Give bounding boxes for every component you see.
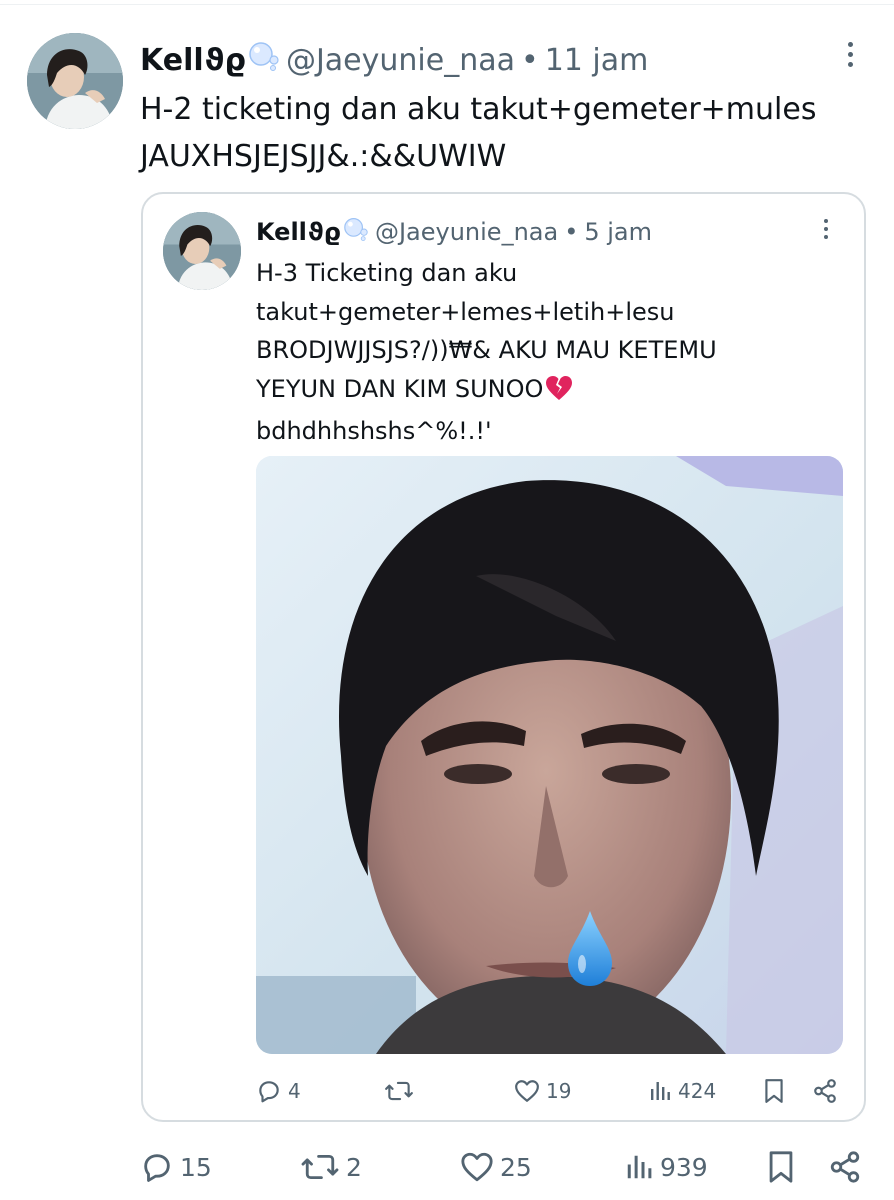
tweet-header: Kell ϑϱ @Jaeyunie_naa • 11 jam — [140, 38, 648, 82]
bookmark-icon — [765, 1079, 783, 1103]
quoted-more-options-button[interactable] — [820, 219, 832, 247]
tweet-media-image[interactable] — [256, 456, 843, 1054]
tweet-timestamp[interactable]: 11 jam — [545, 43, 649, 78]
quoted-text-line: H-3 Ticketing dan aku — [256, 259, 518, 287]
author-name-decoration: ϑϱ — [204, 42, 246, 78]
quoted-share-button[interactable] — [812, 1073, 838, 1109]
views-count: 939 — [660, 1152, 708, 1182]
like-button[interactable]: 25 — [460, 1146, 532, 1188]
quoted-reply-button[interactable]: 4 — [256, 1073, 301, 1109]
quoted-tweet-actions: 4 19 424 — [256, 1073, 846, 1109]
repost-button[interactable]: 2 — [300, 1146, 362, 1188]
quoted-tweet-timestamp[interactable]: 5 jam — [584, 218, 652, 246]
bookmark-button[interactable] — [768, 1146, 794, 1188]
repost-icon — [385, 1081, 413, 1101]
quoted-author-avatar[interactable] — [163, 212, 241, 290]
more-dot — [847, 62, 853, 67]
more-dot — [847, 52, 853, 57]
quoted-tweet-text: H-3 Ticketing dan aku takut+gemeter+leme… — [256, 254, 846, 451]
separator-dot: • — [520, 42, 539, 78]
bubbles-emoji-icon — [248, 41, 280, 79]
views-button[interactable]: 939 — [624, 1146, 708, 1188]
more-options-button[interactable] — [843, 42, 857, 76]
bookmark-icon — [769, 1151, 793, 1183]
reply-button[interactable]: 15 — [140, 1146, 212, 1188]
like-count: 25 — [500, 1152, 532, 1182]
reply-icon — [259, 1081, 279, 1103]
reply-count: 15 — [180, 1152, 212, 1182]
more-dot — [847, 42, 853, 47]
quoted-repost-button[interactable] — [384, 1073, 420, 1109]
views-chart-icon — [651, 1082, 670, 1100]
top-divider — [0, 4, 894, 5]
more-dot — [824, 235, 828, 239]
quoted-tweet-header: Kell ϑϱ @Jaeyunie_naa • 5 jam — [256, 214, 652, 250]
profile-photo-icon — [163, 212, 241, 290]
broken-heart-icon — [545, 374, 573, 413]
share-button[interactable] — [828, 1146, 862, 1188]
views-chart-icon — [627, 1155, 652, 1179]
like-count: 19 — [546, 1079, 572, 1103]
share-icon — [830, 1151, 860, 1183]
separator-dot: • — [564, 218, 579, 246]
tweet-actions: 15 2 25 939 — [140, 1146, 880, 1188]
views-count: 424 — [678, 1079, 717, 1103]
heart-icon — [515, 1080, 539, 1102]
selfie-photo-icon — [256, 456, 843, 1054]
profile-photo-icon — [27, 33, 123, 129]
author-avatar[interactable] — [27, 33, 123, 129]
repost-count: 2 — [346, 1152, 362, 1182]
more-dot — [824, 219, 828, 223]
quoted-author-handle[interactable]: @Jaeyunie_naa — [375, 218, 558, 246]
quoted-author-name-decoration: ϑϱ — [307, 218, 341, 246]
quoted-text-line: BRODJWJJSJS?/))₩& AKU MAU KETEMU — [256, 336, 717, 364]
quoted-text-line: YEYUN DAN KIM SUNOO — [256, 374, 544, 403]
bubbles-emoji-icon — [343, 217, 369, 247]
reply-count: 4 — [288, 1079, 301, 1103]
heart-icon — [461, 1152, 493, 1182]
quoted-text-line: takut+gemeter+lemes+letih+lesu — [256, 297, 675, 326]
quoted-author-name[interactable]: Kell — [256, 218, 307, 246]
tweet-text: H-2 ticketing dan aku takut+gemeter+mule… — [140, 92, 817, 174]
more-dot — [824, 227, 828, 231]
author-handle[interactable]: @Jaeyunie_naa — [286, 43, 515, 78]
author-name[interactable]: Kell — [140, 43, 204, 78]
reply-icon — [144, 1154, 170, 1182]
quoted-views-button[interactable]: 424 — [648, 1073, 716, 1109]
repost-icon — [301, 1154, 339, 1180]
share-icon — [814, 1079, 836, 1103]
quoted-like-button[interactable]: 19 — [514, 1073, 571, 1109]
quoted-text-line-with-emoji: YEYUN DAN KIM SUNOO — [256, 370, 846, 413]
quoted-text-line: bdhdhhshshs^%!.!' — [256, 417, 492, 445]
quoted-bookmark-button[interactable] — [764, 1073, 784, 1109]
